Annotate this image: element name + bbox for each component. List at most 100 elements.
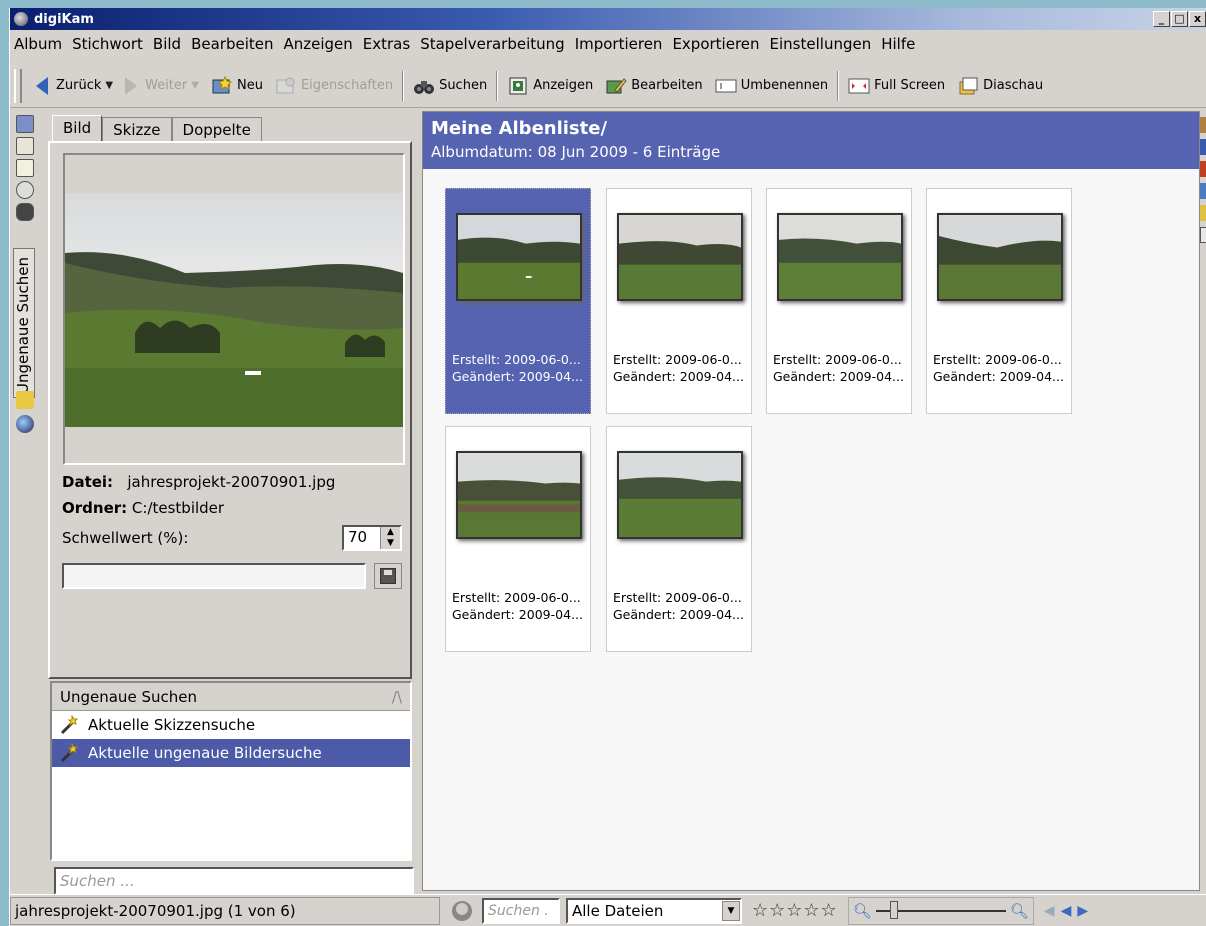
tags-icon[interactable] — [16, 159, 34, 177]
edit-button[interactable]: Bearbeiten — [599, 76, 708, 96]
folder-info: Ordner: C:/testbilder — [62, 499, 224, 517]
view-image-icon — [509, 77, 527, 94]
thumbnail-image — [456, 213, 582, 301]
zoom-slider-handle[interactable] — [889, 900, 898, 919]
app-icon — [14, 12, 28, 26]
zoom-in-icon[interactable]: 🔍︎ — [1010, 902, 1029, 920]
menu-importieren[interactable]: Importieren — [571, 35, 669, 53]
thumbnail-image — [937, 213, 1063, 301]
close-button[interactable]: x — [1189, 11, 1206, 27]
modified-date: Geändert: 2009-04... — [613, 369, 744, 384]
calendar-icon[interactable] — [16, 137, 34, 155]
chevron-down-icon[interactable]: ▼ — [105, 80, 113, 91]
threshold-spinbox[interactable]: 70 ▲ ▼ — [342, 525, 402, 551]
menu-bearbeiten[interactable]: Bearbeiten — [187, 35, 279, 53]
digikam-window: digiKam _ □ x Album Stichwort Bild Bearb… — [9, 8, 1206, 926]
thumbnail-item[interactable]: Erstellt: 2009-06-0... Geändert: 2009-04.… — [766, 188, 912, 414]
thumbnail-caption: Erstellt: 2009-06-0... Geändert: 2009-04.… — [773, 351, 904, 385]
next-item-icon[interactable]: ▶ — [1077, 903, 1088, 919]
list-item-image-search[interactable]: Aktuelle ungenaue Bildersuche — [52, 739, 410, 767]
menu-anzeigen[interactable]: Anzeigen — [279, 35, 358, 53]
toolbar-grip[interactable] — [14, 68, 22, 103]
fullscreen-button[interactable]: Full Screen — [842, 76, 951, 96]
view-button[interactable]: Anzeigen — [501, 76, 599, 96]
threshold-value: 70 — [348, 528, 368, 546]
maximize-button[interactable]: □ — [1171, 11, 1188, 27]
binoculars-icon[interactable] — [16, 203, 34, 221]
tab-content: Datei: jahresprojekt-20070901.jpg Ordner… — [48, 141, 412, 679]
list-header[interactable]: Ungenaue Suchen /\ — [52, 683, 410, 711]
chevron-down-icon[interactable]: ▼ — [722, 900, 740, 921]
menu-extras[interactable]: Extras — [359, 35, 416, 53]
thumbnail-image — [456, 451, 582, 539]
zoom-control: 🔍︎ 🔍︎ — [847, 896, 1034, 925]
spin-arrows-icon[interactable]: ▲ ▼ — [380, 527, 400, 549]
modified-date: Geändert: 2009-04... — [933, 369, 1064, 384]
menu-exportieren[interactable]: Exportieren — [668, 35, 765, 53]
thumbnail-item[interactable]: Erstellt: 2009-06-0... Geändert: 2009-04.… — [445, 426, 591, 652]
menu-stichwort[interactable]: Stichwort — [68, 35, 149, 53]
tab-skizze[interactable]: Skizze — [102, 117, 172, 142]
left-sidebar-tabs: Ungenaue Suchen — [10, 111, 40, 891]
file-type-filter-select[interactable]: Alle Dateien ▼ — [566, 897, 742, 924]
created-date: Erstellt: 2009-06-0... — [613, 590, 742, 605]
list-header-label: Ungenaue Suchen — [60, 687, 197, 706]
thumbnail-item[interactable]: Erstellt: 2009-06-0... Geändert: 2009-04.… — [606, 188, 752, 414]
properties-button[interactable]: Eigenschaften — [269, 76, 399, 96]
reference-photo — [65, 193, 403, 427]
info-icon[interactable] — [1200, 139, 1206, 155]
tab-bild[interactable]: Bild — [52, 115, 103, 142]
globe-icon[interactable] — [16, 415, 34, 433]
created-date: Erstellt: 2009-06-0... — [452, 590, 581, 605]
menu-bild[interactable]: Bild — [149, 35, 187, 53]
edit-label: Bearbeiten — [631, 78, 703, 93]
created-date: Erstellt: 2009-06-0... — [773, 352, 902, 367]
new-album-icon — [212, 75, 232, 93]
folder-label: Ordner: — [62, 499, 128, 517]
search-name-field[interactable] — [62, 563, 366, 589]
thumbnail-item[interactable]: Erstellt: 2009-06-0... Geändert: 2009-04.… — [445, 188, 591, 414]
list-item-sketch-search[interactable]: Aktuelle Skizzensuche — [52, 711, 410, 739]
rating-filter[interactable]: ☆☆☆☆☆ — [752, 900, 838, 921]
menu-album[interactable]: Album — [10, 35, 68, 53]
timeline-icon[interactable] — [16, 181, 34, 199]
forward-button[interactable]: Weiter ▼ — [119, 76, 205, 95]
forward-label: Weiter — [145, 78, 188, 93]
zoom-slider[interactable] — [875, 900, 1006, 919]
new-album-button[interactable]: Neu — [205, 75, 269, 96]
previous-item-icon[interactable]: ◀ — [1061, 903, 1072, 919]
thumbnail-item[interactable]: Erstellt: 2009-06-0... Geändert: 2009-04.… — [606, 426, 752, 652]
rename-icon — [715, 79, 737, 92]
first-item-icon[interactable]: ◀ — [1044, 903, 1055, 919]
tab-doppelte[interactable]: Doppelte — [171, 117, 262, 142]
back-button[interactable]: Zurück ▼ — [30, 76, 119, 95]
zoom-out-icon[interactable]: 🔍︎ — [853, 902, 872, 920]
globe-icon[interactable] — [1200, 183, 1206, 199]
filter-status-icon[interactable] — [450, 899, 474, 923]
menu-einstellungen[interactable]: Einstellungen — [766, 35, 878, 53]
tag-icon[interactable] — [1200, 161, 1206, 177]
search-input[interactable]: Suchen ... — [54, 867, 414, 895]
rename-button[interactable]: Umbenennen — [709, 76, 834, 96]
tab-fuzzy-search[interactable]: Ungenaue Suchen — [13, 248, 35, 398]
minimize-button[interactable]: _ — [1153, 11, 1170, 27]
reference-image-drop-area[interactable] — [63, 153, 405, 465]
search-label: Suchen — [439, 78, 488, 93]
save-search-button[interactable] — [374, 563, 402, 589]
chevron-down-icon[interactable]: ▼ — [191, 80, 199, 91]
status-bar: jahresprojekt-20070901.jpg (1 von 6) Suc… — [10, 894, 1206, 926]
thumbnail-item[interactable]: Erstellt: 2009-06-0... Geändert: 2009-04.… — [926, 188, 1072, 414]
navigation-arrows: ◀ ◀ ▶ — [1044, 903, 1088, 919]
checklist-icon[interactable] — [1200, 227, 1206, 243]
slideshow-button[interactable]: Diaschau — [951, 76, 1049, 96]
edit-tab-icon[interactable] — [1200, 117, 1206, 133]
main-toolbar: Zurück ▼ Weiter ▼ Neu Eigenschaften Such… — [10, 64, 1206, 108]
list-item-label: Aktuelle ungenaue Bildersuche — [88, 744, 322, 762]
magic-wand-icon — [16, 391, 34, 409]
menu-stapelverarbeitung[interactable]: Stapelverarbeitung — [416, 35, 570, 53]
status-search-input[interactable]: Suchen . — [482, 897, 560, 924]
comment-icon[interactable] — [1200, 205, 1206, 221]
search-button[interactable]: Suchen — [407, 76, 493, 96]
albums-icon[interactable] — [16, 115, 34, 133]
menu-hilfe[interactable]: Hilfe — [877, 35, 921, 53]
